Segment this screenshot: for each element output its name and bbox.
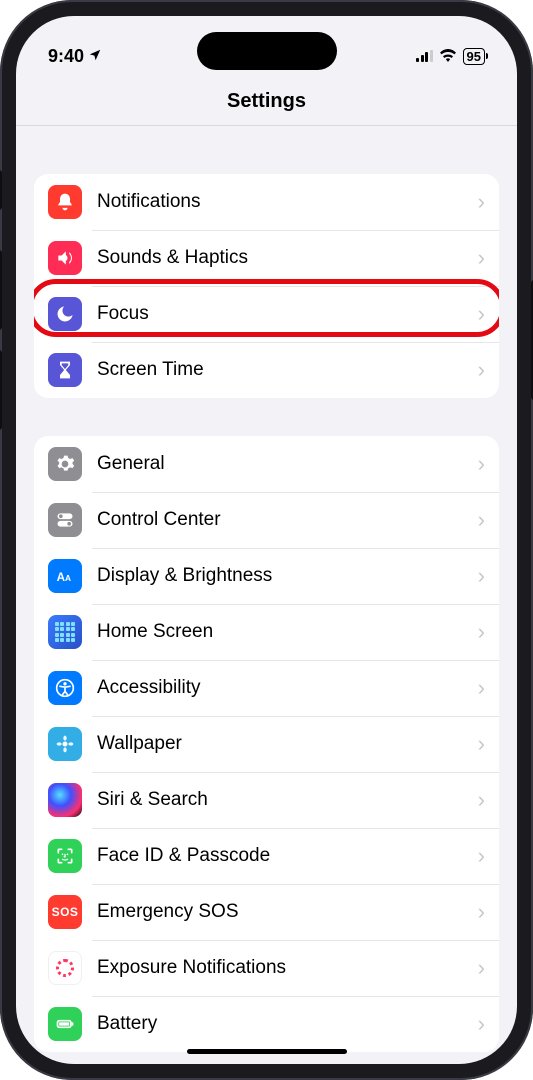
side-button xyxy=(0,170,2,210)
chevron-right-icon: › xyxy=(478,563,485,589)
settings-row-screentime[interactable]: Screen Time › xyxy=(34,342,499,398)
row-label: Accessibility xyxy=(97,677,478,699)
app-grid-icon xyxy=(48,615,82,649)
hourglass-icon xyxy=(48,353,82,387)
settings-row-emergency[interactable]: SOS Emergency SOS › xyxy=(34,884,499,940)
row-label: Battery xyxy=(97,1013,478,1035)
settings-row-focus[interactable]: Focus › xyxy=(34,286,499,342)
chevron-right-icon: › xyxy=(478,787,485,813)
settings-section: General › Control Center › AA Display & … xyxy=(34,436,499,1052)
toggles-icon xyxy=(48,503,82,537)
row-label: Focus xyxy=(97,303,478,325)
row-label: Wallpaper xyxy=(97,733,478,755)
row-label: Siri & Search xyxy=(97,789,478,811)
home-indicator[interactable] xyxy=(187,1049,347,1054)
chevron-right-icon: › xyxy=(478,451,485,477)
row-label: Notifications xyxy=(97,191,478,213)
row-label: Screen Time xyxy=(97,359,478,381)
settings-row-siri[interactable]: Siri & Search › xyxy=(34,772,499,828)
faceid-icon xyxy=(48,839,82,873)
battery-icon xyxy=(48,1007,82,1041)
bell-icon xyxy=(48,185,82,219)
dynamic-island xyxy=(197,32,337,70)
screen: 9:40 95 Settings xyxy=(16,16,517,1064)
phone-frame: 9:40 95 Settings xyxy=(0,0,533,1080)
settings-row-display[interactable]: AA Display & Brightness › xyxy=(34,548,499,604)
settings-row-accessibility[interactable]: Accessibility › xyxy=(34,660,499,716)
chevron-right-icon: › xyxy=(478,843,485,869)
moon-icon xyxy=(48,297,82,331)
page-title: Settings xyxy=(16,76,517,126)
chevron-right-icon: › xyxy=(478,507,485,533)
sos-icon: SOS xyxy=(48,895,82,929)
flower-icon xyxy=(48,727,82,761)
chevron-right-icon: › xyxy=(478,1011,485,1037)
chevron-right-icon: › xyxy=(478,619,485,645)
siri-icon xyxy=(48,783,82,817)
gear-icon xyxy=(48,447,82,481)
side-button xyxy=(0,350,2,430)
battery-icon: 95 xyxy=(463,48,485,65)
side-button xyxy=(0,250,2,330)
settings-row-battery[interactable]: Battery › xyxy=(34,996,499,1052)
chevron-right-icon: › xyxy=(478,731,485,757)
chevron-right-icon: › xyxy=(478,899,485,925)
settings-row-notifications[interactable]: Notifications › xyxy=(34,174,499,230)
settings-row-faceid[interactable]: Face ID & Passcode › xyxy=(34,828,499,884)
settings-row-sounds[interactable]: Sounds & Haptics › xyxy=(34,230,499,286)
row-label: General xyxy=(97,453,478,475)
chevron-right-icon: › xyxy=(478,675,485,701)
settings-row-controlcenter[interactable]: Control Center › xyxy=(34,492,499,548)
settings-row-homescreen[interactable]: Home Screen › xyxy=(34,604,499,660)
chevron-right-icon: › xyxy=(478,955,485,981)
row-label: Display & Brightness xyxy=(97,565,478,587)
chevron-right-icon: › xyxy=(478,357,485,383)
settings-list: Notifications › Sounds & Haptics › Focus… xyxy=(16,126,517,1058)
row-label: Exposure Notifications xyxy=(97,957,478,979)
row-label: Emergency SOS xyxy=(97,901,478,923)
status-time: 9:40 xyxy=(48,46,84,67)
settings-row-exposure[interactable]: Exposure Notifications › xyxy=(34,940,499,996)
settings-row-wallpaper[interactable]: Wallpaper › xyxy=(34,716,499,772)
chevron-right-icon: › xyxy=(478,189,485,215)
location-icon xyxy=(88,48,102,65)
settings-section: Notifications › Sounds & Haptics › Focus… xyxy=(34,174,499,398)
exposure-icon xyxy=(48,951,82,985)
svg-text:A: A xyxy=(65,573,71,583)
row-label: Sounds & Haptics xyxy=(97,247,478,269)
cellular-icon xyxy=(416,50,433,62)
speaker-icon xyxy=(48,241,82,275)
settings-row-general[interactable]: General › xyxy=(34,436,499,492)
accessibility-icon xyxy=(48,671,82,705)
chevron-right-icon: › xyxy=(478,301,485,327)
row-label: Control Center xyxy=(97,509,478,531)
wifi-icon xyxy=(439,46,457,67)
text-size-icon: AA xyxy=(48,559,82,593)
row-label: Face ID & Passcode xyxy=(97,845,478,867)
chevron-right-icon: › xyxy=(478,245,485,271)
row-label: Home Screen xyxy=(97,621,478,643)
